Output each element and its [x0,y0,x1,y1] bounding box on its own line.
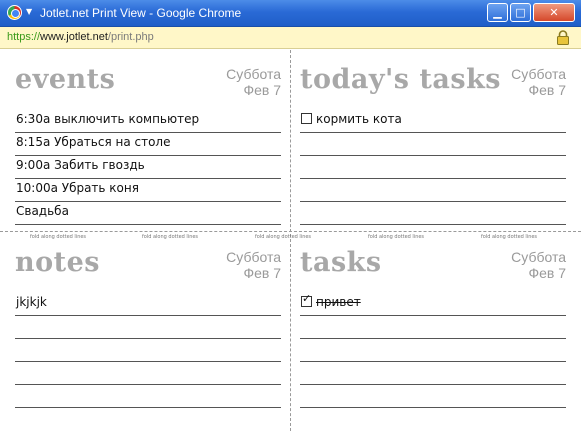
list-item [300,133,566,156]
list-item [300,316,566,339]
checked-checkbox-icon[interactable]: ✓ [301,292,312,307]
list-item [15,385,281,408]
list-item [300,202,566,225]
panel-date: Суббота Фев 7 [511,249,566,281]
panel-title: tasks [300,247,382,278]
date-day: Суббота [226,66,281,82]
panel-title: notes [15,247,100,278]
window-menu-caret-icon[interactable]: ▼ [26,7,32,16]
vertical-fold-line [290,50,291,431]
list-item [300,362,566,385]
task-text: кормить кота [316,112,402,126]
date-date: Фев 7 [243,82,281,98]
fold-label: fold along dotted lines [368,234,425,240]
fold-label: fold along dotted lines [481,234,538,240]
close-button[interactable]: ✕ [533,3,575,22]
checkmark-icon: ✓ [302,292,312,305]
date-date: Фев 7 [528,82,566,98]
panel-date: Суббота Фев 7 [226,66,281,98]
address-bar[interactable]: https://www.jotlet.net/print.php [0,27,581,49]
lock-icon[interactable] [556,30,570,45]
todays-tasks-list: кормить кота [300,110,566,225]
date-day: Суббота [226,249,281,265]
fold-label: fold along dotted lines [30,234,87,240]
panel-title: today's tasks [300,64,501,95]
list-item: ✓ привет [300,293,566,316]
list-item [15,316,281,339]
todays-tasks-panel: today's tasks Суббота Фев 7 кормить кота [300,64,566,229]
window-titlebar: ▼ Jotlet.net Print View - Google Chrome … [0,0,581,27]
date-day: Суббота [511,249,566,265]
list-item [15,362,281,385]
note-text: jkjkjk [16,295,47,309]
horizontal-fold-line [0,231,581,232]
list-item: Свадьба [15,202,281,225]
url-display[interactable]: https://www.jotlet.net/print.php [7,27,154,48]
task-text: привет [316,295,361,309]
panel-title: events [15,64,116,95]
url-host: www.jotlet.net [40,31,108,43]
list-item [300,339,566,362]
events-panel: events Суббота Фев 7 6:30a выключить ком… [15,64,281,229]
list-item [300,156,566,179]
tasks-list: ✓ привет [300,293,566,408]
panel-date: Суббота Фев 7 [226,249,281,281]
list-item [300,385,566,408]
window-title: Jotlet.net Print View - Google Chrome [40,6,242,20]
events-list: 6:30a выключить компьютер 8:15a Убраться… [15,110,281,225]
event-text: Свадьба [16,204,69,218]
list-item [15,339,281,362]
print-page: fold along dotted lines fold along dotte… [0,50,581,431]
tasks-panel: tasks Суббота Фев 7 ✓ привет [300,247,566,412]
notes-list: jkjkjk [15,293,281,408]
fold-label: fold along dotted lines [255,234,312,240]
minimize-button[interactable]: ▁ [487,3,508,22]
chrome-icon[interactable] [7,5,22,20]
url-path: /print.php [107,31,154,43]
date-date: Фев 7 [528,265,566,281]
list-item: jkjkjk [15,293,281,316]
maximize-button[interactable]: □ [510,3,531,22]
panel-date: Суббота Фев 7 [511,66,566,98]
notes-panel: notes Суббота Фев 7 jkjkjk [15,247,281,412]
url-scheme: https:// [7,31,41,43]
list-item [300,179,566,202]
list-item: кормить кота [300,110,566,133]
unchecked-checkbox-icon[interactable] [301,113,312,124]
date-date: Фев 7 [243,265,281,281]
date-day: Суббота [511,66,566,82]
fold-label: fold along dotted lines [142,234,199,240]
